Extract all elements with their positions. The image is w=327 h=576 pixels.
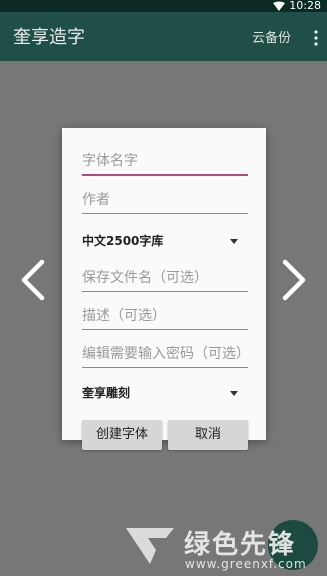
create-font-dialog: 中文2500字库 奎享雕刻 创建字体 取消: [62, 128, 266, 450]
cloud-backup-button[interactable]: 云备份: [252, 31, 291, 47]
font-name-field[interactable]: [82, 150, 248, 176]
create-font-button[interactable]: 创建字体: [82, 420, 162, 450]
charset-select[interactable]: 中文2500字库: [82, 230, 248, 252]
password-field[interactable]: [82, 343, 248, 368]
author-field[interactable]: [82, 189, 248, 214]
app-title: 奎享造字: [13, 27, 85, 48]
style-select[interactable]: 奎享雕刻: [82, 382, 248, 404]
dropdown-arrow-icon: [230, 239, 238, 244]
status-time: 10:28: [289, 0, 321, 12]
password-input[interactable]: [82, 343, 248, 365]
font-name-input[interactable]: [82, 150, 248, 172]
chevron-left-icon[interactable]: [18, 258, 48, 302]
watermark: 绿色先锋 www.greenxf.com: [122, 520, 327, 576]
watermark-logo: [126, 528, 174, 564]
description-field[interactable]: [82, 305, 248, 330]
cancel-button[interactable]: 取消: [168, 420, 248, 450]
charset-select-value: 中文2500字库: [82, 234, 164, 248]
dropdown-arrow-icon: [230, 391, 238, 396]
filename-input[interactable]: [82, 267, 248, 289]
author-input[interactable]: [82, 189, 248, 211]
status-bar: 10:28: [0, 0, 327, 12]
wifi-icon: [273, 1, 285, 11]
style-select-value: 奎享雕刻: [82, 386, 131, 400]
watermark-url: www.greenxf.com: [185, 557, 307, 571]
description-input[interactable]: [82, 305, 248, 327]
filename-field[interactable]: [82, 267, 248, 292]
chevron-right-icon[interactable]: [279, 258, 309, 302]
more-vert-icon[interactable]: [313, 29, 319, 47]
watermark-brand: 绿色先锋: [184, 530, 297, 560]
app-bar: 奎享造字 云备份: [0, 12, 327, 61]
